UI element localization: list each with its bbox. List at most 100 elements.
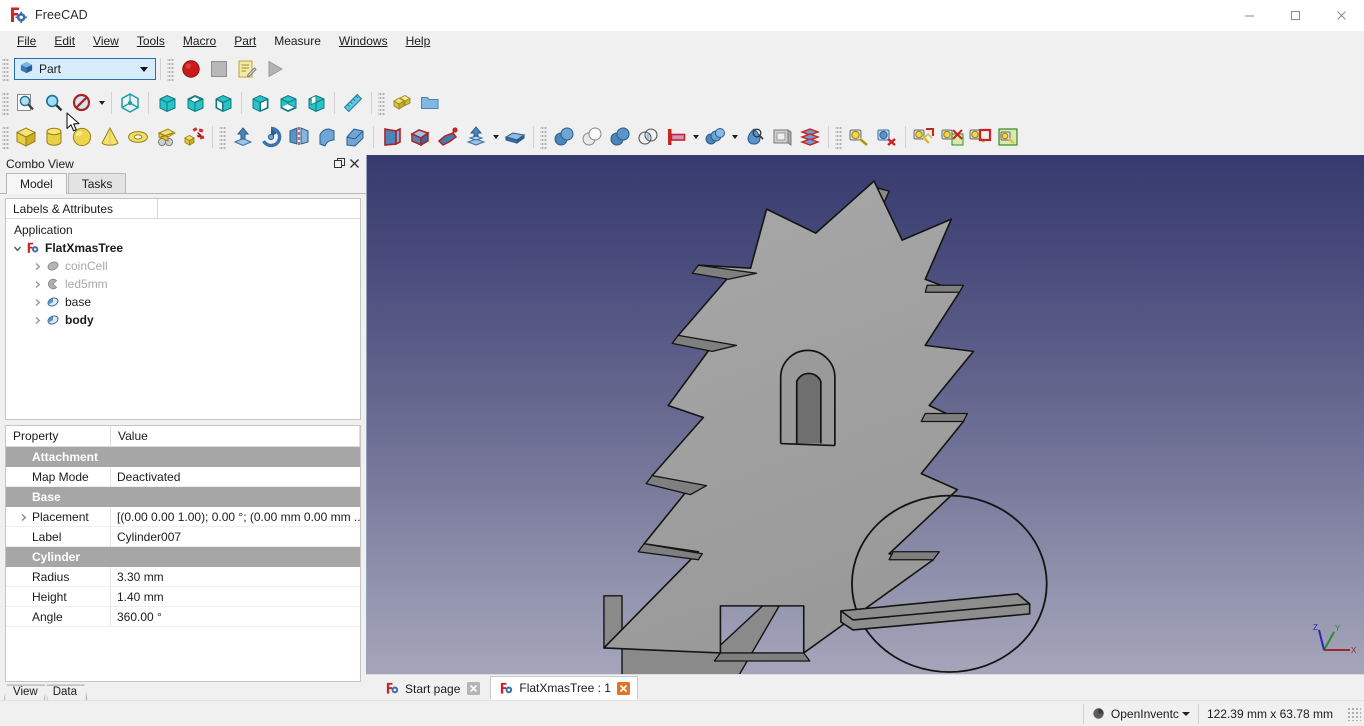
draw-style-dropdown-arrow-icon[interactable] <box>96 89 107 117</box>
macro-edit-icon[interactable] <box>233 55 261 83</box>
close-button[interactable] <box>1318 0 1364 31</box>
measure-refresh-icon[interactable] <box>910 123 938 151</box>
sweep-icon[interactable] <box>434 123 462 151</box>
part-toolbar-grip[interactable] <box>219 125 226 149</box>
tree-column-header[interactable]: Labels & Attributes <box>6 199 158 219</box>
macro-stop-icon[interactable] <box>205 55 233 83</box>
property-value[interactable]: [(0.00 0.00 1.00); 0.00 °; (0.00 mm 0.00… <box>111 507 360 527</box>
create-primitives-icon[interactable] <box>152 123 180 151</box>
property-row-label[interactable]: Label Cylinder007 <box>6 527 360 547</box>
property-value[interactable]: 1.40 mm <box>111 587 360 607</box>
sphere-primitive-icon[interactable] <box>68 123 96 151</box>
menu-windows[interactable]: Windows <box>330 32 397 51</box>
menu-tools[interactable]: Tools <box>128 32 174 51</box>
extrude-icon[interactable] <box>229 123 257 151</box>
property-row-height[interactable]: Height 1.40 mm <box>6 587 360 607</box>
chevron-down-icon[interactable] <box>10 239 24 257</box>
split-icon[interactable] <box>701 123 729 151</box>
tree-item-coincell[interactable]: coinCell <box>6 257 360 275</box>
offset-icon[interactable] <box>462 123 490 151</box>
box-primitive-icon[interactable] <box>12 123 40 151</box>
chamfer-icon[interactable] <box>341 123 369 151</box>
menu-view[interactable]: View <box>84 32 128 51</box>
chevron-right-icon[interactable] <box>30 275 44 293</box>
boolean-toolbar-grip[interactable] <box>540 125 547 149</box>
create-group-icon[interactable] <box>416 89 444 117</box>
workbench-selector[interactable]: Part <box>14 58 156 80</box>
loft-icon[interactable] <box>406 123 434 151</box>
close-icon[interactable] <box>347 156 362 171</box>
boolean-icon[interactable] <box>550 123 578 151</box>
right-view-icon[interactable] <box>209 89 237 117</box>
close-icon[interactable] <box>617 681 631 695</box>
compound-filter-icon[interactable] <box>740 123 768 151</box>
fillet-icon[interactable] <box>313 123 341 151</box>
fit-selection-icon[interactable] <box>40 89 68 117</box>
cone-primitive-icon[interactable] <box>96 123 124 151</box>
float-icon[interactable] <box>332 156 347 171</box>
renderer-selector[interactable]: OpenInventc <box>1082 703 1198 724</box>
measure-icon[interactable] <box>339 89 367 117</box>
property-column-header[interactable]: Property <box>6 426 111 446</box>
measure-clear-all-icon[interactable] <box>966 123 994 151</box>
intersection-icon[interactable] <box>634 123 662 151</box>
tree-root-application[interactable]: Application <box>6 221 360 239</box>
tree-item-flatxmastree[interactable]: FlatXmasTree <box>6 239 360 257</box>
menu-measure[interactable]: Measure <box>265 32 330 51</box>
property-value[interactable]: 360.00 ° <box>111 607 360 627</box>
document-tab-start-page[interactable]: Start page <box>376 677 488 700</box>
create-part-icon[interactable] <box>388 89 416 117</box>
union-icon[interactable] <box>606 123 634 151</box>
measure-angular-icon[interactable] <box>873 123 901 151</box>
left-view-icon[interactable] <box>302 89 330 117</box>
property-value[interactable]: 3.30 mm <box>111 567 360 587</box>
chevron-right-icon[interactable] <box>30 257 44 275</box>
property-row-map-mode[interactable]: Map Mode Deactivated <box>6 467 360 487</box>
macro-execute-icon[interactable] <box>261 55 289 83</box>
chevron-right-icon[interactable] <box>30 311 44 329</box>
measure-toggle-delta-icon[interactable] <box>994 123 1022 151</box>
minimize-button[interactable] <box>1226 0 1272 31</box>
chevron-right-icon[interactable] <box>17 507 29 527</box>
thickness-icon[interactable] <box>501 123 529 151</box>
cut-icon[interactable] <box>578 123 606 151</box>
tree-item-body[interactable]: body <box>6 311 360 329</box>
cylinder-primitive-icon[interactable] <box>40 123 68 151</box>
torus-primitive-icon[interactable] <box>124 123 152 151</box>
menu-part[interactable]: Part <box>225 32 265 51</box>
cross-sections-icon[interactable] <box>768 123 796 151</box>
resize-grip[interactable] <box>1347 706 1361 721</box>
split-dropdown-arrow-icon[interactable] <box>729 123 740 151</box>
xmas-tree-model[interactable] <box>367 155 1364 674</box>
menu-macro[interactable]: Macro <box>174 32 225 51</box>
document-tab-flatxmastree[interactable]: FlatXmasTree : 1 <box>490 676 638 700</box>
structure-toolbar-grip[interactable] <box>378 91 385 115</box>
isometric-view-icon[interactable] <box>116 89 144 117</box>
menu-help[interactable]: Help <box>397 32 440 51</box>
menu-edit[interactable]: Edit <box>45 32 84 51</box>
property-group-base[interactable]: Base <box>6 487 360 507</box>
measure-toggle-all-icon[interactable] <box>938 123 966 151</box>
toolbar-grip[interactable] <box>2 57 9 81</box>
join-connect-icon[interactable] <box>662 123 690 151</box>
maximize-button[interactable] <box>1272 0 1318 31</box>
measure-toolbar-grip[interactable] <box>835 125 842 149</box>
property-row-angle[interactable]: Angle 360.00 ° <box>6 607 360 627</box>
view-toolbar-grip[interactable] <box>2 91 9 115</box>
shape-builder-icon[interactable] <box>180 123 208 151</box>
bottom-view-icon[interactable] <box>274 89 302 117</box>
slice-apart-icon[interactable] <box>796 123 824 151</box>
mirror-icon[interactable] <box>285 123 313 151</box>
tab-model[interactable]: Model <box>6 173 67 194</box>
property-row-placement[interactable]: Placement [(0.00 0.00 1.00); 0.00 °; (0.… <box>6 507 360 527</box>
tab-data[interactable]: Data <box>44 684 87 700</box>
join-dropdown-arrow-icon[interactable] <box>690 123 701 151</box>
macro-record-icon[interactable] <box>177 55 205 83</box>
offset-dropdown-arrow-icon[interactable] <box>490 123 501 151</box>
revolve-icon[interactable] <box>257 123 285 151</box>
fit-all-icon[interactable] <box>12 89 40 117</box>
3d-viewport[interactable]: X Y Z <box>366 155 1364 674</box>
menu-file[interactable]: File <box>8 32 45 51</box>
tab-view[interactable]: View <box>4 684 48 700</box>
primitives-toolbar-grip[interactable] <box>2 125 9 149</box>
